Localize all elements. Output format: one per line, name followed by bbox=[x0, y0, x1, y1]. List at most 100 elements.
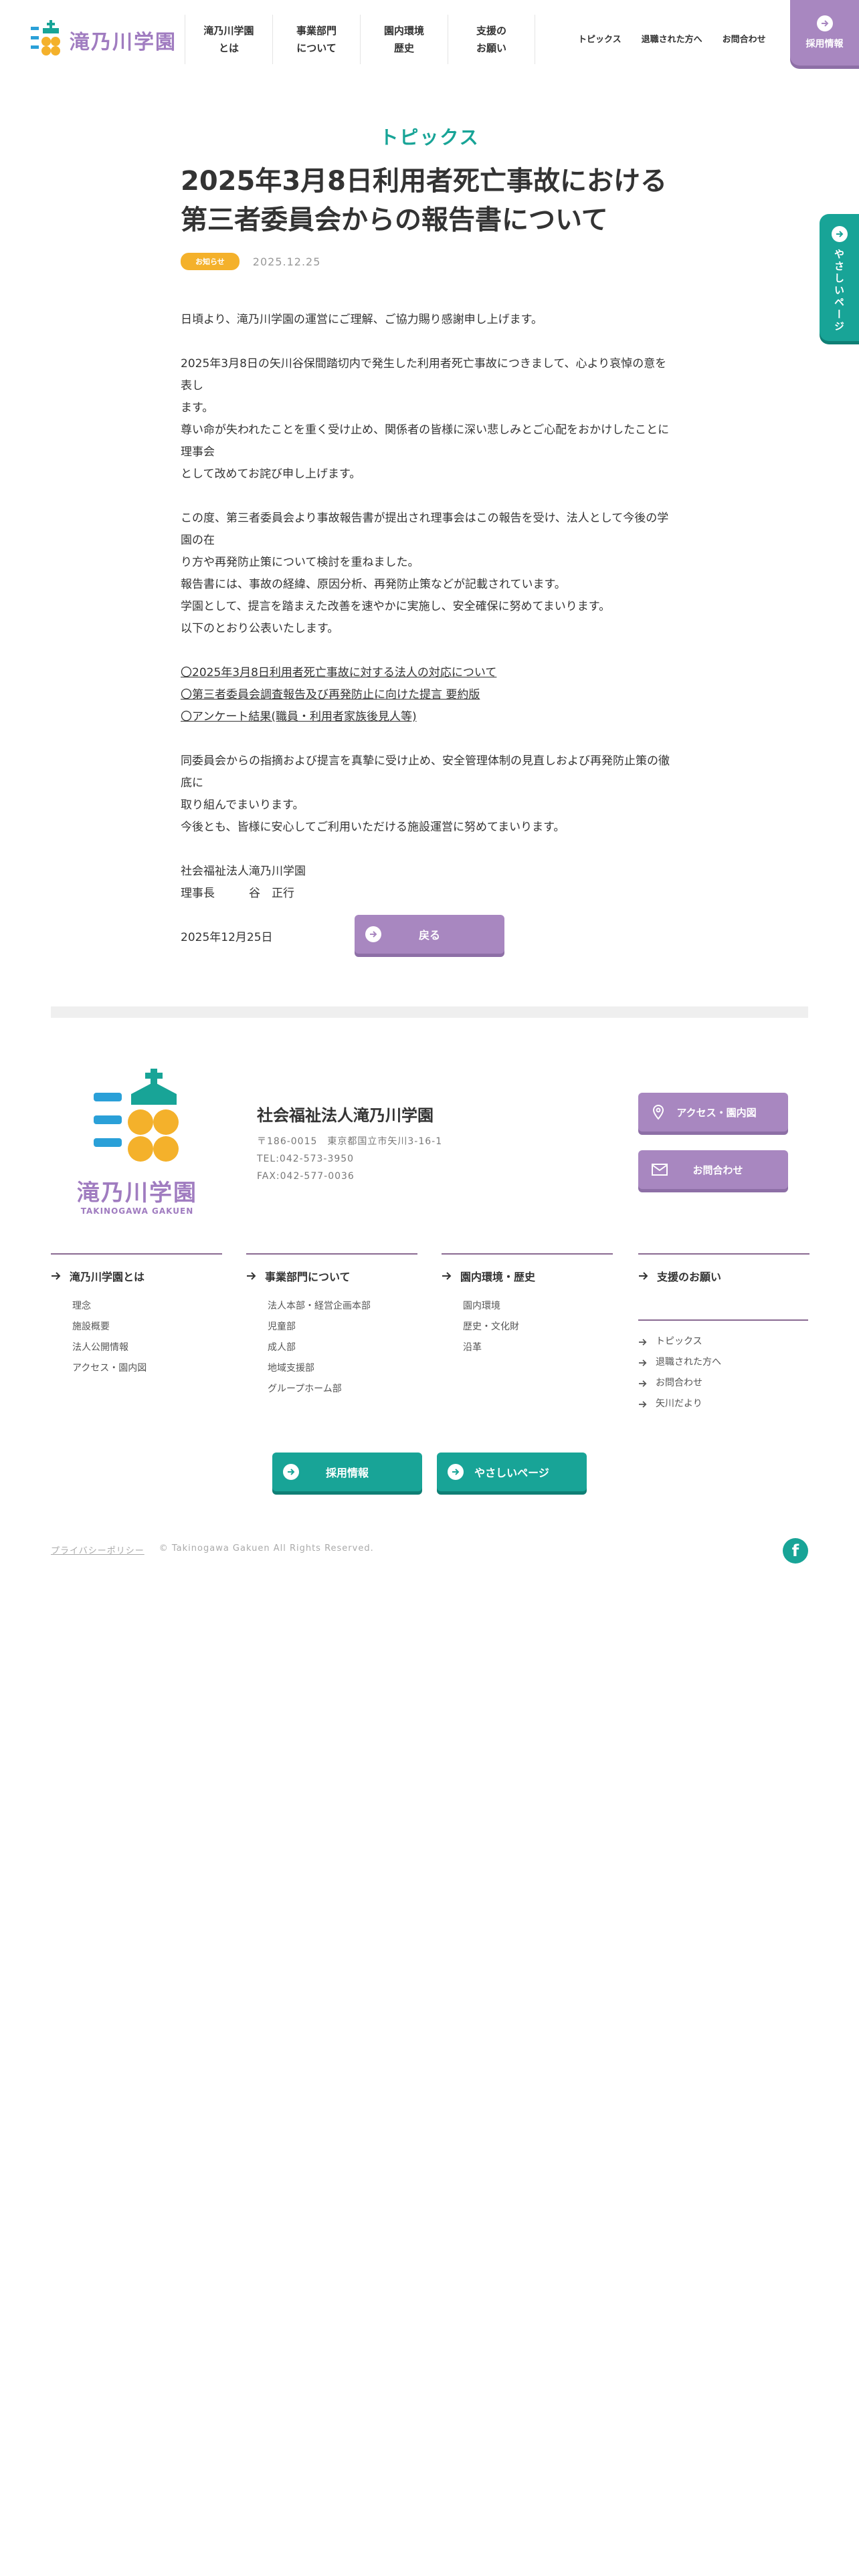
footer-link[interactable]: 園内環境 bbox=[463, 1296, 613, 1317]
subnav-contact[interactable]: お問合わせ bbox=[723, 32, 766, 45]
paragraph: 日頃より、滝乃川学園の運営にご理解、ご協力賜り感謝申し上げます。 bbox=[181, 309, 676, 331]
footer-col-head[interactable]: 支援のお願い bbox=[638, 1268, 809, 1284]
footer-link[interactable]: 成人部 bbox=[268, 1337, 417, 1358]
footer-link[interactable]: 法人本部・経営企画本部 bbox=[268, 1296, 417, 1317]
easy-page-label: やさしいページ bbox=[833, 249, 845, 333]
footer-link[interactable]: 矢川だより bbox=[656, 1394, 702, 1414]
back-button[interactable]: 戻る bbox=[355, 915, 504, 954]
org-fax: FAX:042-577-0036 bbox=[257, 1171, 355, 1182]
arrow-right-icon bbox=[247, 1272, 256, 1280]
footer-logo[interactable]: 滝乃川学園 TAKINOGAWA GAKUEN bbox=[67, 1067, 207, 1221]
text-line: 同委員会からの指摘および提言を真摯に受け止め、安全管理体制の見直しおよび再発防止… bbox=[181, 754, 670, 790]
contact-label: お問合わせ bbox=[692, 1164, 743, 1176]
footer-link[interactable]: トピックス bbox=[656, 1331, 702, 1352]
org-address: 〒186-0015 東京都国立市矢川3-16-1 bbox=[257, 1136, 443, 1147]
section-divider bbox=[51, 1006, 808, 1018]
nav-support[interactable]: 支援の お願い bbox=[448, 15, 535, 64]
footer-bottom: プライバシーポリシー © Takinogawa Gakuen All Right… bbox=[51, 1543, 374, 1556]
footer-logo-mark-icon bbox=[94, 1069, 179, 1162]
footer-link[interactable]: 施設概要 bbox=[72, 1317, 222, 1337]
footer-link[interactable]: アクセス・園内図 bbox=[72, 1358, 222, 1379]
footer-link[interactable]: 法人公開情報 bbox=[72, 1337, 222, 1358]
footer-link-list: 園内環境 歴史・文化財 沿革 bbox=[442, 1296, 613, 1358]
text-line: 取り組んでまいります。 bbox=[181, 798, 304, 812]
link-response-policy[interactable]: 〇2025年3月8日利用者死亡事故に対する法人の対応について bbox=[181, 662, 676, 684]
org-name: 社会福祉法人滝乃川学園 bbox=[257, 1106, 434, 1125]
arrow-right-icon bbox=[52, 1272, 61, 1280]
arrow-right-icon bbox=[365, 926, 381, 942]
footer-col-about: 滝乃川学園とは 理念 施設概要 法人公開情報 アクセス・園内図 bbox=[51, 1253, 222, 1379]
header-recruit-button[interactable]: 採用情報 bbox=[790, 0, 859, 66]
text-line: 学園として、提言を踏まえた改善を速やかに実施し、安全確保に努めてまいります。 bbox=[181, 600, 611, 613]
title-line: 第三者委員会からの報告書について bbox=[181, 205, 608, 235]
footer-link[interactable]: お問合わせ bbox=[656, 1373, 702, 1394]
arrow-right-icon bbox=[283, 1464, 299, 1480]
footer-col-title: 滝乃川学園とは bbox=[70, 1271, 145, 1283]
paragraph: 同委員会からの指摘および提言を真摯に受け止め、安全管理体制の見直しおよび再発防止… bbox=[181, 750, 676, 839]
text-line: 今後とも、皆様に安心してご利用いただける施設運営に努めてまいります。 bbox=[181, 821, 565, 834]
text-line: 日頃より、滝乃川学園の運営にご理解、ご協力賜り感謝申し上げます。 bbox=[181, 313, 543, 326]
footer-col-head[interactable]: 事業部門について bbox=[246, 1268, 417, 1284]
footer-col-title: 園内環境・歴史 bbox=[460, 1271, 536, 1283]
article-title: 2025年3月8日利用者死亡事故における 第三者委員会からの報告書について bbox=[181, 162, 676, 239]
global-nav: 滝乃川学園 とは 事業部門 について 園内環境 歴史 支援の お願い bbox=[185, 15, 535, 64]
arrow-right-icon bbox=[448, 1464, 464, 1480]
access-map-button[interactable]: アクセス・園内図 bbox=[638, 1093, 788, 1132]
footer-link[interactable]: 理念 bbox=[72, 1296, 222, 1317]
document-links: 〇2025年3月8日利用者死亡事故に対する法人の対応について 〇第三者委員会調査… bbox=[181, 662, 676, 728]
footer-col-head[interactable]: 滝乃川学園とは bbox=[51, 1268, 222, 1284]
recruit-label: 採用情報 bbox=[805, 39, 844, 49]
footer-link[interactable]: グループホーム部 bbox=[268, 1379, 417, 1400]
title-line: 2025年3月8日利用者死亡事故における bbox=[181, 166, 667, 197]
nav-divisions[interactable]: 事業部門 について bbox=[272, 15, 360, 64]
footer-logo-text: 滝乃川学園 bbox=[77, 1180, 197, 1206]
arrow-right-icon bbox=[639, 1338, 647, 1346]
site-logo[interactable]: 滝乃川学園 bbox=[29, 20, 177, 60]
footer-col-head[interactable]: 園内環境・歴史 bbox=[442, 1268, 613, 1284]
arrow-right-icon bbox=[639, 1380, 647, 1387]
contact-button[interactable]: お問合わせ bbox=[638, 1150, 788, 1189]
footer-col-title: 支援のお願い bbox=[657, 1271, 722, 1283]
arrow-right-icon bbox=[831, 226, 848, 242]
text-line: 報告書には、事故の経緯、原因分析、再発防止策などが記載されています。 bbox=[181, 578, 566, 591]
back-label: 戻る bbox=[418, 929, 440, 942]
link-report-summary[interactable]: 〇第三者委員会調査報告及び再発防止に向けた提言 要約版 bbox=[181, 684, 676, 706]
footer-link-list: 法人本部・経営企画本部 児童部 成人部 地域支援部 グループホーム部 bbox=[246, 1296, 417, 1400]
privacy-policy-link[interactable]: プライバシーポリシー bbox=[51, 1543, 145, 1556]
logo-mark-icon bbox=[31, 20, 60, 56]
footer-link[interactable]: 歴史・文化財 bbox=[463, 1317, 613, 1337]
mail-icon bbox=[652, 1164, 668, 1176]
footer-col-divisions: 事業部門について 法人本部・経営企画本部 児童部 成人部 地域支援部 グループホ… bbox=[246, 1253, 417, 1400]
footer-link[interactable]: 退職された方へ bbox=[656, 1352, 721, 1373]
arrow-right-icon bbox=[639, 1272, 648, 1280]
category-badge: お知らせ bbox=[181, 253, 240, 270]
signature-org: 社会福祉法人滝乃川学園 bbox=[181, 865, 306, 878]
paragraph: 2025年3月8日の矢川谷保間踏切内で発生した利用者死亡事故につきまして、心より… bbox=[181, 353, 676, 486]
footer-link[interactable]: 地域支援部 bbox=[268, 1358, 417, 1379]
subnav-topics[interactable]: トピックス bbox=[578, 32, 622, 45]
text-line: この度、第三者委員会より事故報告書が提出され理事会はこの報告を受け、法人として今… bbox=[181, 512, 669, 547]
org-contact-info: 〒186-0015 東京都国立市矢川3-16-1 TEL:042-573-395… bbox=[257, 1133, 442, 1185]
footer-link[interactable]: 児童部 bbox=[268, 1317, 417, 1337]
site-header: 滝乃川学園 滝乃川学園 とは 事業部門 について 園内環境 歴史 支援の お願い… bbox=[0, 0, 859, 80]
footer-col-support: 支援のお願い bbox=[638, 1253, 809, 1284]
map-pin-icon bbox=[652, 1104, 664, 1120]
nav-about[interactable]: 滝乃川学園 とは bbox=[185, 15, 272, 64]
arrow-right-icon bbox=[639, 1359, 647, 1366]
nav-environment-history[interactable]: 園内環境 歴史 bbox=[360, 15, 448, 64]
facebook-icon[interactable]: f bbox=[783, 1538, 808, 1564]
footer-col-title: 事業部門について bbox=[265, 1271, 351, 1283]
footer-logo-subtext: TAKINOGAWA GAKUEN bbox=[80, 1206, 194, 1216]
footer-link[interactable]: 沿革 bbox=[463, 1337, 613, 1358]
footer-recruit-button[interactable]: 採用情報 bbox=[272, 1453, 422, 1491]
footer-easy-page-button[interactable]: やさしいページ bbox=[437, 1453, 587, 1491]
text-line: ます。 bbox=[181, 401, 214, 415]
link-survey-results[interactable]: 〇アンケート結果(職員・利用者家族後見人等) bbox=[181, 706, 676, 728]
footer-col-environment: 園内環境・歴史 園内環境 歴史・文化財 沿革 bbox=[442, 1253, 613, 1358]
footer-link-list: 理念 施設概要 法人公開情報 アクセス・園内図 bbox=[51, 1296, 222, 1379]
org-tel: TEL:042-573-3950 bbox=[257, 1154, 355, 1164]
easy-page-tab[interactable]: やさしいページ bbox=[820, 214, 859, 341]
section-label: トピックス bbox=[379, 126, 480, 148]
arrow-right-icon bbox=[442, 1272, 452, 1280]
subnav-retired[interactable]: 退職された方へ bbox=[642, 32, 702, 45]
